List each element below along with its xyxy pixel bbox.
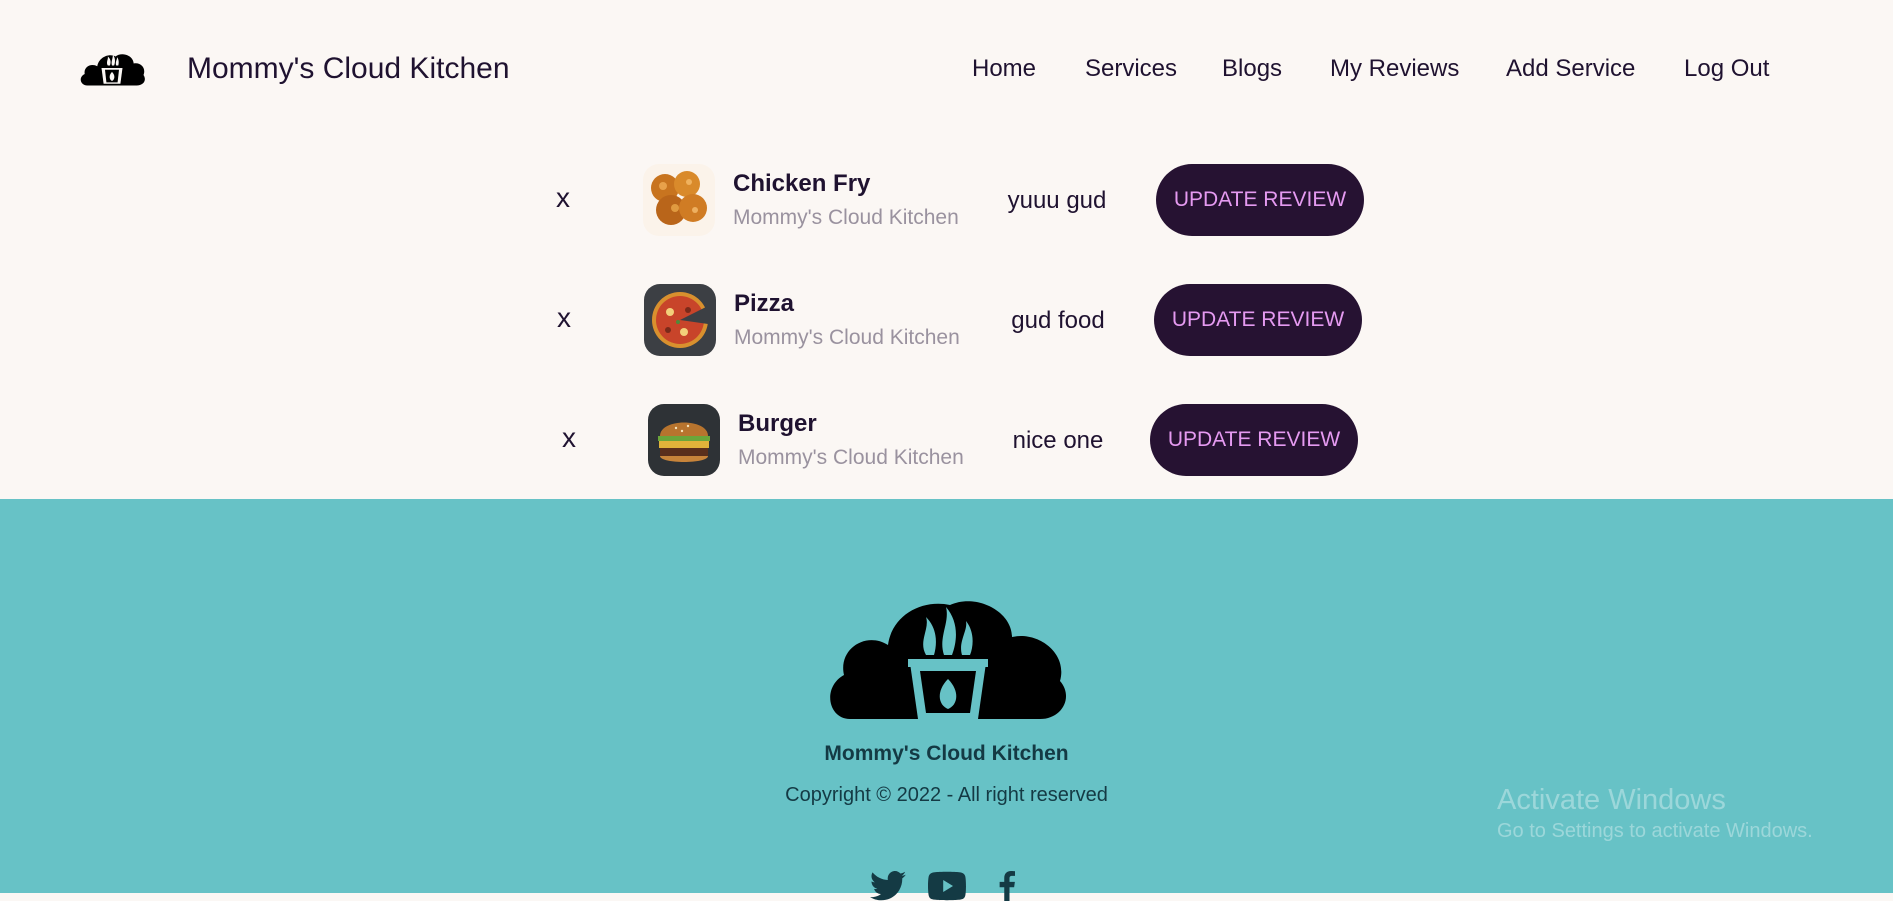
watermark-subtitle: Go to Settings to activate Windows. <box>1497 820 1813 842</box>
nav-log-out[interactable]: Log Out <box>1684 53 1769 85</box>
nav-my-reviews[interactable]: My Reviews <box>1330 53 1459 85</box>
review-text: gud food <box>1011 307 1105 334</box>
cloud-kitchen-logo-icon <box>830 601 1067 719</box>
review-service-kitchen: Mommy's Cloud Kitchen <box>734 326 960 349</box>
brand-name[interactable]: Mommy's Cloud Kitchen <box>187 50 510 88</box>
navbar: Mommy's Cloud Kitchen Home Services Blog… <box>0 0 1893 140</box>
nav-blogs[interactable]: Blogs <box>1222 53 1282 85</box>
youtube-icon[interactable] <box>928 871 966 901</box>
review-text: nice one <box>1012 427 1104 454</box>
activate-windows-watermark: Activate Windows Go to Settings to activ… <box>1497 783 1813 845</box>
pizza-image <box>644 284 716 356</box>
review-service-kitchen: Mommy's Cloud Kitchen <box>738 446 964 469</box>
review-row-chicken-fry: x Chicken Fry Mommy's Cloud Kitchen yuuu… <box>0 164 1893 236</box>
nav-home[interactable]: Home <box>972 53 1036 85</box>
burger-image <box>648 404 720 476</box>
chicken-fry-image <box>643 164 715 236</box>
twitter-icon[interactable] <box>869 871 907 901</box>
review-row-burger: x Burger Mommy's Cloud Kitchen nice one … <box>0 404 1893 476</box>
nav-add-service[interactable]: Add Service <box>1506 53 1635 85</box>
review-row-pizza: x Pizza Mommy's Cloud Kitchen gud food U… <box>0 284 1893 356</box>
delete-review-button[interactable]: x <box>557 302 571 334</box>
footer-brand-name: Mommy's Cloud Kitchen <box>824 742 1069 765</box>
review-service-name: Pizza <box>734 290 795 317</box>
review-text: yuuu gud <box>1007 187 1107 214</box>
review-service-kitchen: Mommy's Cloud Kitchen <box>733 206 959 229</box>
cloud-kitchen-logo-icon[interactable] <box>77 48 147 88</box>
footer: Mommy's Cloud Kitchen Copyright © 2022 -… <box>0 499 1893 901</box>
review-service-name: Burger <box>738 410 817 437</box>
review-service-name: Chicken Fry <box>733 170 871 197</box>
delete-review-button[interactable]: x <box>556 182 570 214</box>
update-review-button[interactable]: UPDATE REVIEW <box>1150 404 1358 476</box>
watermark-title: Activate Windows <box>1497 784 1726 816</box>
delete-review-button[interactable]: x <box>562 422 576 454</box>
update-review-button[interactable]: UPDATE REVIEW <box>1154 284 1362 356</box>
facebook-icon[interactable] <box>988 871 1026 901</box>
update-review-button[interactable]: UPDATE REVIEW <box>1156 164 1364 236</box>
nav-services[interactable]: Services <box>1085 53 1177 85</box>
